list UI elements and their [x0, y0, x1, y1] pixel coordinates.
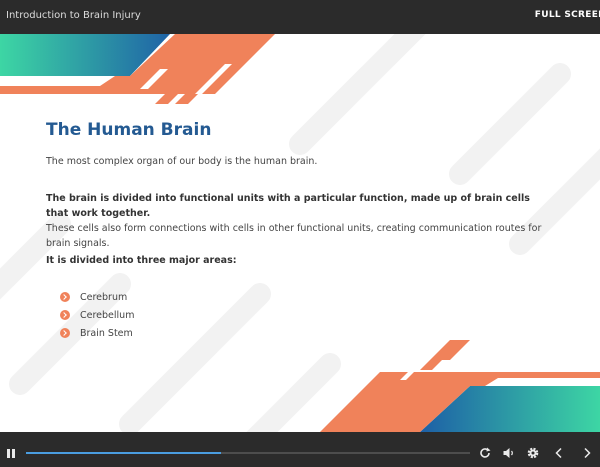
- list-item-label: Cerebrum: [80, 291, 128, 303]
- progress-fill: [26, 452, 222, 454]
- list-item-label: Cerebellum: [80, 309, 135, 321]
- pause-icon[interactable]: [7, 449, 15, 458]
- list-item: Brain Stem: [60, 324, 134, 342]
- progress-bar[interactable]: [26, 452, 470, 454]
- bullet-chevron-icon: [60, 328, 70, 338]
- course-title: Introduction to Brain Injury: [6, 10, 141, 21]
- list-item: Cerebrum: [60, 288, 134, 306]
- top-bar: Introduction to Brain Injury FULL SCREEN: [0, 0, 600, 34]
- slide-canvas: The Human Brain The most complex organ o…: [0, 34, 600, 432]
- list-item: Cerebellum: [60, 306, 134, 324]
- areas-heading: It is divided into three major areas:: [46, 255, 237, 266]
- detail-text: These cells also form connections with c…: [46, 223, 542, 249]
- bold-sentence: The brain is divided into functional uni…: [46, 193, 530, 219]
- areas-list: Cerebrum Cerebellum Brain Stem: [60, 288, 134, 342]
- bullet-chevron-icon: [60, 292, 70, 302]
- bullet-chevron-icon: [60, 310, 70, 320]
- next-icon[interactable]: [580, 446, 594, 460]
- replay-icon[interactable]: [478, 446, 492, 460]
- previous-icon[interactable]: [552, 446, 566, 460]
- volume-icon[interactable]: [502, 446, 516, 460]
- slide-heading: The Human Brain: [46, 120, 212, 140]
- fullscreen-button[interactable]: FULL SCREEN: [535, 10, 600, 20]
- intro-text: The most complex organ of our body is th…: [46, 156, 318, 167]
- description-paragraph: The brain is divided into functional uni…: [46, 191, 546, 251]
- settings-icon[interactable]: [526, 446, 540, 460]
- list-item-label: Brain Stem: [80, 327, 133, 339]
